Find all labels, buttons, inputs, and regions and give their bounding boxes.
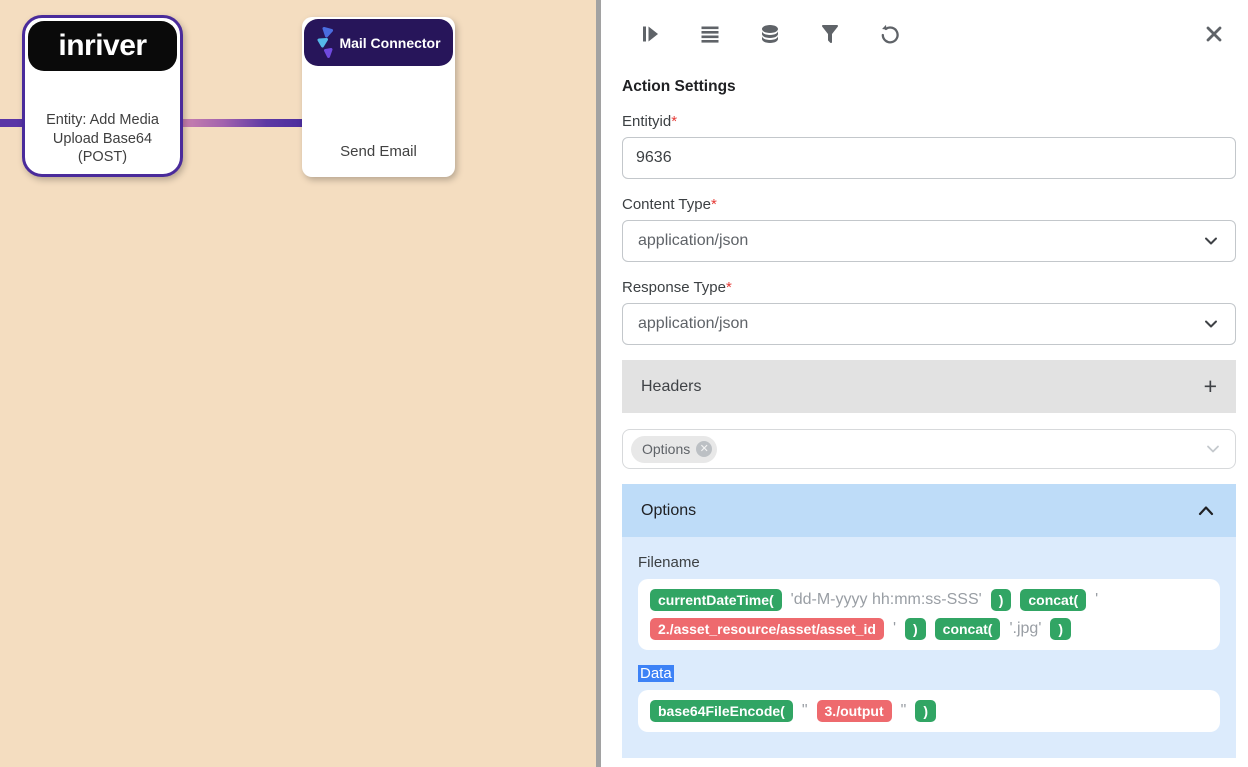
headers-label: Headers [641,378,701,396]
options-section-header[interactable]: Options [622,484,1236,537]
token-literal: 'dd-M-yyyy hh:mm:ss-SSS' [791,591,982,609]
token-function-pill[interactable]: ) [915,700,936,722]
node-mail-connector[interactable]: Mail Connector Send Email [302,17,455,177]
mail-connector-logo-text: Mail Connector [339,35,440,51]
mail-connector-logo-icon [316,26,337,60]
content-type-value: application/json [638,232,748,250]
database-icon[interactable] [758,22,782,46]
token-literal: " [901,702,907,720]
flow-canvas[interactable]: inriver Entity: Add Media Upload Base64 … [0,0,596,767]
token-literal: ' [893,620,896,638]
options-chip-label: Options [642,441,690,457]
response-type-value: application/json [638,315,748,333]
options-section-body: Filename currentDateTime( 'dd-M-yyyy hh:m… [622,537,1236,758]
headers-section-bar[interactable]: Headers + [622,360,1236,413]
token-variable-pill[interactable]: 2./asset_resource/asset/asset_id [650,618,884,640]
token-function-pill[interactable]: currentDateTime( [650,589,782,611]
add-header-button[interactable]: + [1204,373,1217,400]
chevron-up-icon[interactable] [1195,500,1217,522]
response-type-select[interactable]: application/json [622,303,1236,345]
chevron-down-icon [1202,232,1220,250]
token-function-pill[interactable]: ) [905,618,926,640]
page-title: Action Settings [622,78,1236,96]
node-inriver-label: Entity: Add Media Upload Base64 (POST) [25,111,180,167]
content-type-select[interactable]: application/json [622,220,1236,262]
filename-expression-input[interactable]: currentDateTime( 'dd-M-yyyy hh:mm:ss-SSS'… [638,579,1220,650]
required-mark: * [711,196,717,213]
required-mark: * [671,113,677,130]
options-section-title: Options [641,502,696,520]
token-function-pill[interactable]: concat( [1020,589,1086,611]
node-inriver[interactable]: inriver Entity: Add Media Upload Base64 … [22,15,183,177]
close-icon[interactable] [1202,22,1226,46]
token-function-pill[interactable]: base64FileEncode( [650,700,793,722]
token-function-pill[interactable]: concat( [935,618,1001,640]
inriver-logo: inriver [28,21,177,71]
token-variable-pill[interactable]: 3./output [817,700,892,722]
chevron-down-icon [1202,315,1220,333]
restore-icon[interactable] [878,22,902,46]
remove-chip-icon[interactable]: ✕ [696,441,712,457]
data-label: Data [638,665,674,682]
data-expression-input[interactable]: base64FileEncode( " 3./output ") [638,690,1220,732]
filename-label: Filename [638,554,1220,571]
response-type-label: Response Type* [622,279,1236,296]
action-settings-panel: Action Settings Entityid* Content Type* … [601,0,1248,767]
node-mail-label: Send Email [302,143,455,160]
entityid-input[interactable] [622,137,1236,179]
token-function-pill[interactable]: ) [1050,618,1071,640]
options-chip: Options ✕ [631,436,717,463]
edge-inriver-to-mail[interactable] [180,119,304,127]
token-function-pill[interactable]: ) [991,589,1012,611]
app-window: inriver Entity: Add Media Upload Base64 … [0,0,1248,767]
mail-connector-header: Mail Connector [304,19,453,66]
entityid-label: Entityid* [622,113,1236,130]
chevron-down-icon [1203,439,1223,459]
panel-toolbar [622,0,1236,64]
token-literal: " [802,702,808,720]
run-step-icon[interactable] [638,22,662,46]
lines-icon[interactable] [698,22,722,46]
token-literal: ' [1095,591,1098,609]
filter-icon[interactable] [818,22,842,46]
required-mark: * [726,279,732,296]
options-multiselect[interactable]: Options ✕ [622,429,1236,469]
token-literal: '.jpg' [1009,620,1041,638]
content-type-label: Content Type* [622,196,1236,213]
